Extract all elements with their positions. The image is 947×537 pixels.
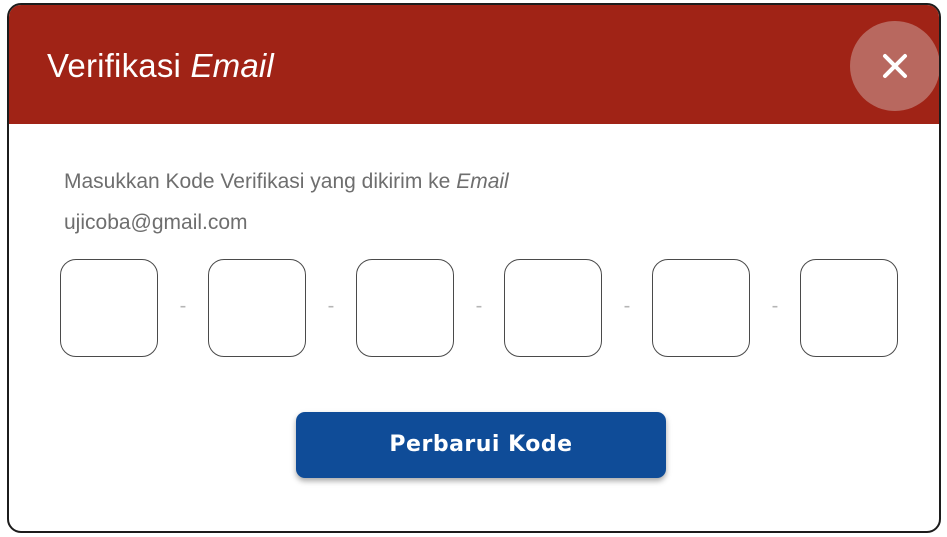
close-button[interactable] [850, 21, 939, 111]
message-line-1: Masukkan Kode Verifikasi yang dikirim ke… [64, 161, 509, 202]
otp-separator: - [475, 295, 483, 317]
otp-input-row: - - - - - [60, 259, 920, 363]
otp-digit-3[interactable] [356, 259, 454, 357]
dialog-title-text: Verifikasi [47, 47, 182, 84]
dialog-title: Verifikasi Email [47, 49, 274, 82]
otp-separator: - [327, 295, 335, 317]
dialog-title-italic: Email [190, 47, 274, 84]
verification-dialog: Verifikasi Email Masukkan Kode Verifikas… [7, 3, 941, 533]
otp-digit-1[interactable] [60, 259, 158, 357]
email-address: ujicoba@gmail.com [64, 211, 248, 234]
message-italic: Email [456, 170, 509, 193]
otp-digit-6[interactable] [800, 259, 898, 357]
otp-digit-5[interactable] [652, 259, 750, 357]
message-text: Masukkan Kode Verifikasi yang dikirim ke [64, 170, 451, 193]
verification-message: Masukkan Kode Verifikasi yang dikirim ke… [64, 161, 509, 243]
otp-separator: - [623, 295, 631, 317]
close-icon [883, 54, 907, 78]
otp-separator: - [179, 295, 187, 317]
dialog-header: Verifikasi Email [9, 5, 939, 124]
otp-separator: - [771, 295, 779, 317]
otp-digit-4[interactable] [504, 259, 602, 357]
refresh-code-button[interactable]: Perbarui Kode [296, 412, 666, 478]
otp-digit-2[interactable] [208, 259, 306, 357]
